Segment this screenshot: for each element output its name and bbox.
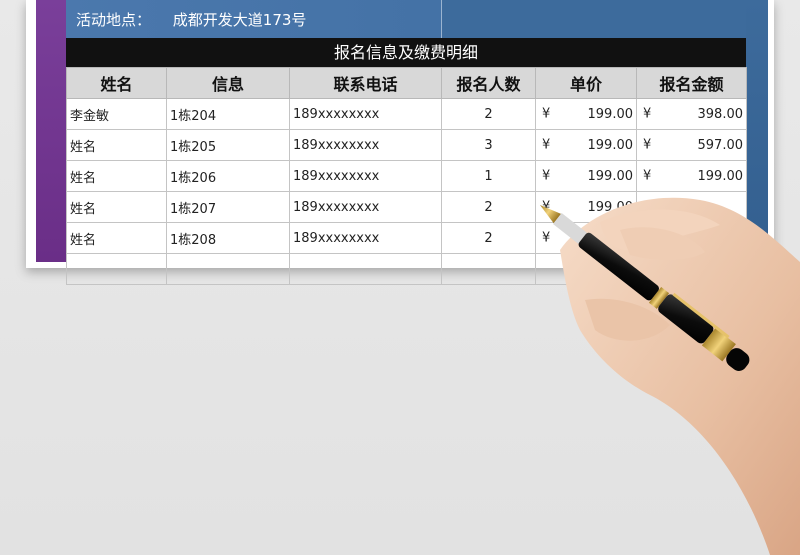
col-header-info[interactable]: 信息 [166, 67, 290, 99]
yen-symbol: ¥ [542, 168, 551, 184]
price-value: 199.00 [587, 106, 634, 122]
header-right-cell [441, 0, 747, 38]
col-header-count[interactable]: 报名人数 [441, 67, 536, 99]
cell-phone[interactable]: 189xxxxxxxx [289, 98, 442, 130]
cell-count[interactable]: 3 [441, 129, 536, 161]
cell-info[interactable]: 1栋204 [166, 98, 290, 130]
cell-info[interactable]: 1栋207 [166, 191, 290, 223]
cell-name[interactable]: 姓名 [66, 191, 167, 223]
header-row: 姓名 信息 联系电话 报名人数 单价 报名金额 [66, 67, 747, 99]
table-row: 姓名 1栋208 189xxxxxxxx 2 ¥ ¥ [66, 222, 747, 254]
table-row: 李金敏 1栋204 189xxxxxxxx 2 ¥199.00 ¥398.00 [66, 98, 747, 130]
yen-symbol: ¥ [542, 106, 551, 122]
price-value: 199.00 [587, 137, 634, 153]
table-row: 姓名 1栋207 189xxxxxxxx 2 ¥199.00 ¥ [66, 191, 747, 223]
yen-symbol: ¥ [643, 137, 652, 153]
yen-symbol: ¥ [643, 230, 652, 246]
cell-empty [166, 253, 290, 285]
yen-symbol: ¥ [542, 230, 551, 246]
yen-symbol: ¥ [643, 199, 652, 215]
yen-symbol: ¥ [542, 199, 551, 215]
cell-price[interactable]: ¥199.00 [535, 98, 637, 130]
cell-phone[interactable]: 189xxxxxxxx [289, 191, 442, 223]
location-value: 成都开发大道173号 [172, 11, 307, 29]
cell-amount[interactable]: ¥199.00 [636, 160, 747, 192]
cell-price[interactable]: ¥199.00 [535, 160, 637, 192]
cell-count[interactable]: 2 [441, 222, 536, 254]
cell-price[interactable]: ¥199.00 [535, 191, 637, 223]
cell-info[interactable]: 1栋205 [166, 129, 290, 161]
right-accent-strip [746, 0, 768, 262]
amount-value: 597.00 [697, 137, 744, 153]
location-label: 活动地点： [76, 11, 152, 29]
cell-count[interactable]: 2 [441, 191, 536, 223]
table-row-partial [66, 253, 747, 285]
cell-info[interactable]: 1栋206 [166, 160, 290, 192]
cell-amount[interactable]: ¥597.00 [636, 129, 747, 161]
price-value: 199.00 [587, 199, 634, 215]
cell-phone[interactable]: 189xxxxxxxx [289, 129, 442, 161]
cell-name[interactable]: 姓名 [66, 160, 167, 192]
cell-phone[interactable]: 189xxxxxxxx [289, 222, 442, 254]
amount-value: 398.00 [697, 106, 744, 122]
cell-empty [636, 253, 747, 285]
cell-phone[interactable]: 189xxxxxxxx [289, 160, 442, 192]
table-row: 姓名 1栋206 189xxxxxxxx 1 ¥199.00 ¥199.00 [66, 160, 747, 192]
section-title: 报名信息及缴费明细 [66, 38, 746, 67]
cell-amount[interactable]: ¥ [636, 222, 747, 254]
col-header-name[interactable]: 姓名 [66, 67, 167, 99]
price-value: 199.00 [587, 168, 634, 184]
cell-price[interactable]: ¥199.00 [535, 129, 637, 161]
cell-count[interactable]: 2 [441, 98, 536, 130]
table-row: 姓名 1栋205 189xxxxxxxx 3 ¥199.00 ¥597.00 [66, 129, 747, 161]
cell-name[interactable]: 李金敏 [66, 98, 167, 130]
col-header-amount[interactable]: 报名金额 [636, 67, 747, 99]
cell-name[interactable]: 姓名 [66, 129, 167, 161]
event-location: 活动地点： 成都开发大道173号 [76, 9, 306, 30]
cell-empty [441, 253, 536, 285]
cell-amount[interactable]: ¥ [636, 191, 747, 223]
cell-name[interactable]: 姓名 [66, 222, 167, 254]
cell-empty [66, 253, 167, 285]
amount-value: 199.00 [697, 168, 744, 184]
yen-symbol: ¥ [643, 106, 652, 122]
cell-amount[interactable]: ¥398.00 [636, 98, 747, 130]
yen-symbol: ¥ [643, 168, 652, 184]
cell-empty [289, 253, 442, 285]
cell-count[interactable]: 1 [441, 160, 536, 192]
cell-info[interactable]: 1栋208 [166, 222, 290, 254]
registration-table: 姓名 信息 联系电话 报名人数 单价 报名金额 李金敏 1栋204 189xxx… [66, 67, 747, 285]
yen-symbol: ¥ [542, 137, 551, 153]
col-header-phone[interactable]: 联系电话 [289, 67, 442, 99]
left-accent-strip [36, 0, 66, 262]
cell-empty [535, 253, 637, 285]
cell-price[interactable]: ¥ [535, 222, 637, 254]
col-header-price[interactable]: 单价 [535, 67, 637, 99]
